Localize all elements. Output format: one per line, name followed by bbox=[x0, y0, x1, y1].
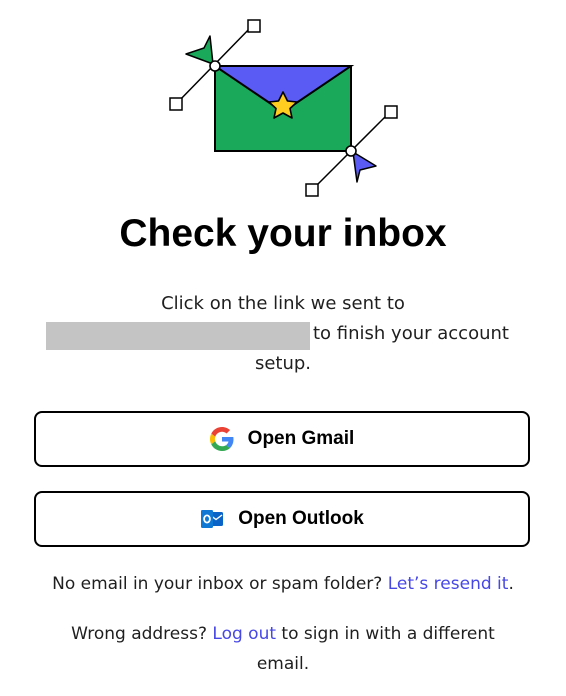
outlook-icon bbox=[200, 507, 224, 531]
page-title: Check your inbox bbox=[119, 212, 447, 255]
wrong-address-prefix: Wrong address? bbox=[71, 624, 207, 644]
resend-link[interactable]: Let’s resend it bbox=[388, 574, 509, 594]
message-line-3: setup. bbox=[254, 353, 312, 374]
google-g-icon bbox=[209, 427, 234, 451]
resend-prefix: No email in your inbox or spam folder? bbox=[52, 574, 383, 594]
open-gmail-label: Open Gmail bbox=[247, 428, 355, 449]
open-outlook-button[interactable]: Open Outlook bbox=[34, 491, 530, 547]
message-line-2-text: to finish your account bbox=[313, 323, 509, 344]
message-line-1: Click on the link we sent to bbox=[161, 293, 405, 314]
redacted-email bbox=[46, 322, 310, 350]
resend-suffix: . bbox=[508, 574, 514, 594]
log-out-link[interactable]: Log out bbox=[212, 624, 276, 644]
wrong-address-note: Wrong address? Log out to sign in with a… bbox=[0, 619, 566, 649]
envelope-illustration bbox=[169, 19, 398, 197]
wrong-address-suffix: to sign in with a different bbox=[281, 624, 495, 644]
resend-note: No email in your inbox or spam folder? L… bbox=[0, 569, 566, 599]
open-gmail-button[interactable]: Open Gmail bbox=[34, 411, 530, 467]
wrong-address-note-end: email. bbox=[256, 654, 310, 674]
open-outlook-label: Open Outlook bbox=[238, 508, 364, 529]
